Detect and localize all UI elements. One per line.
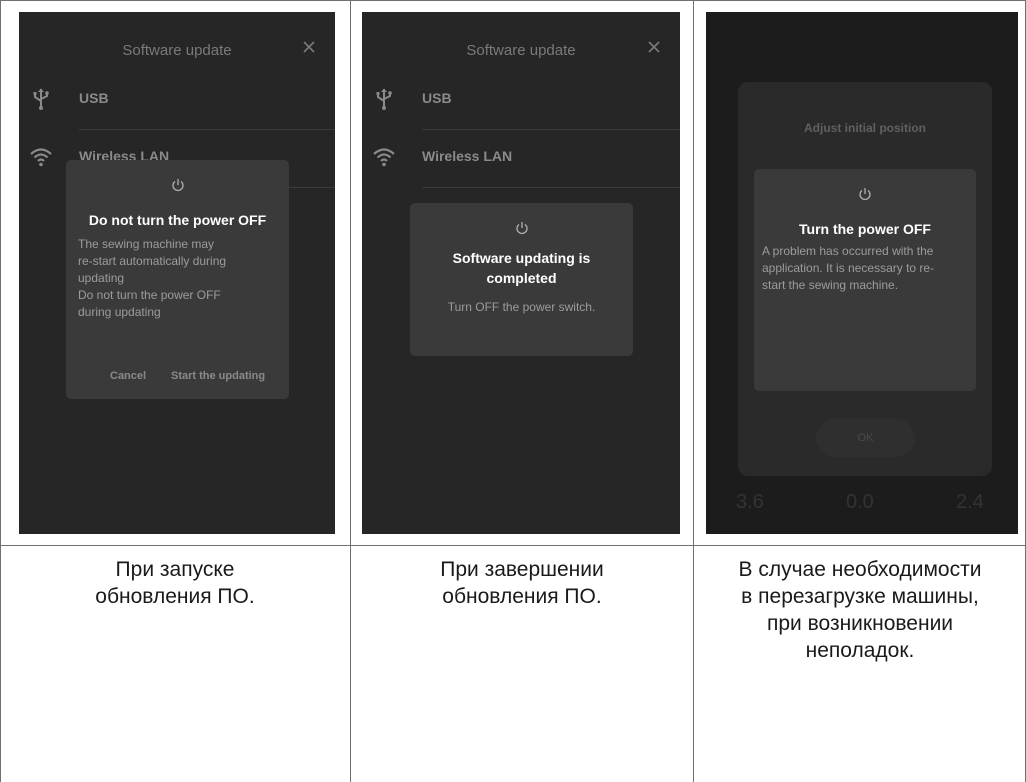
screen-start-update: Software update USB Wireless LAN Do not … [19, 12, 335, 534]
power-off-dialog: Turn the power OFF A problem has occurre… [754, 169, 976, 391]
caption-line: неполадок. [805, 639, 915, 662]
power-warning-dialog: Do not turn the power OFF The sewing mac… [66, 160, 289, 399]
row-divider [422, 187, 680, 188]
dialog-body-line: updating [78, 271, 125, 285]
caption-start-update: При запуске обновления ПО. [0, 556, 350, 610]
close-icon[interactable] [301, 39, 317, 55]
usb-label: USB [422, 90, 452, 106]
dialog-body-line: re-start automatically during [78, 254, 227, 268]
caption-update-completed: При завершении обновления ПО. [351, 556, 693, 610]
table-border-top [0, 0, 1026, 1]
table-border-left [0, 0, 1, 782]
dialog-body: A problem has occurred with the applicat… [762, 243, 968, 294]
caption-line: обновления ПО. [442, 585, 602, 608]
caption-restart-required: В случае необходимости в перезагрузке ма… [694, 556, 1026, 664]
dialog-body-line: start the sewing machine. [762, 278, 899, 292]
dialog-body: Turn OFF the power switch. [447, 300, 596, 314]
dialog-body-line: application. It is necessary to re- [762, 261, 935, 275]
header-title: Software update [122, 42, 232, 59]
background-value: 2.4 [956, 491, 984, 513]
background-value: 3.6 [736, 491, 764, 513]
dialog-body-line: A problem has occurred with the [762, 244, 934, 258]
screen-restart-required: Adjust initial position OK 3.6 0.0 2.4 T… [706, 12, 1018, 534]
usb-label: USB [79, 90, 109, 106]
background-value: 0.0 [846, 491, 874, 513]
background-dialog-title: Adjust initial position [804, 121, 926, 135]
wireless-lan-label: Wireless LAN [422, 148, 513, 164]
wifi-icon [373, 148, 395, 167]
update-completed-dialog: Software updating is completed Turn OFF … [410, 203, 633, 356]
table-divider-2 [693, 0, 694, 782]
table-row-divider [0, 545, 1026, 546]
caption-line: при возникновении [766, 612, 954, 635]
screen-update-completed: Software update USB Wireless LAN Softwar… [362, 12, 680, 534]
caption-line: При запуске [115, 558, 235, 581]
caption-line: В случае необходимости [738, 558, 982, 581]
background-values: 3.6 0.0 2.4 [706, 491, 1018, 521]
dialog-title: Software updating is completed [410, 248, 633, 288]
dialog-title-line: completed [486, 270, 557, 286]
dialog-body: The sewing machine may re-start automati… [78, 236, 279, 321]
wireless-lan-row[interactable]: Wireless LAN [362, 130, 680, 188]
close-icon[interactable] [646, 39, 662, 55]
caption-line: в перезагрузке машины, [741, 585, 979, 608]
usb-row[interactable]: USB [19, 72, 335, 130]
usb-icon [376, 88, 392, 110]
dialog-title: Do not turn the power OFF [88, 212, 267, 228]
caption-line: обновления ПО. [95, 585, 255, 608]
dialog-body-line: during updating [78, 305, 161, 319]
power-icon [66, 178, 289, 197]
ok-button[interactable]: OK [816, 419, 915, 457]
power-icon [754, 187, 976, 206]
usb-row[interactable]: USB [362, 72, 680, 130]
header-title: Software update [466, 42, 576, 59]
usb-icon [33, 88, 49, 110]
dialog-title-line: Software updating is [452, 250, 591, 266]
start-updating-button[interactable]: Start the updating [171, 370, 265, 382]
caption-line: При завершении [440, 558, 604, 581]
cancel-button[interactable]: Cancel [110, 370, 146, 382]
dialog-title: Turn the power OFF [799, 221, 931, 237]
dialog-body-line: Do not turn the power OFF [78, 288, 221, 302]
wifi-icon [30, 148, 52, 167]
dialog-body-line: The sewing machine may [78, 237, 215, 251]
table-divider-1 [350, 0, 351, 782]
power-icon [410, 221, 633, 240]
